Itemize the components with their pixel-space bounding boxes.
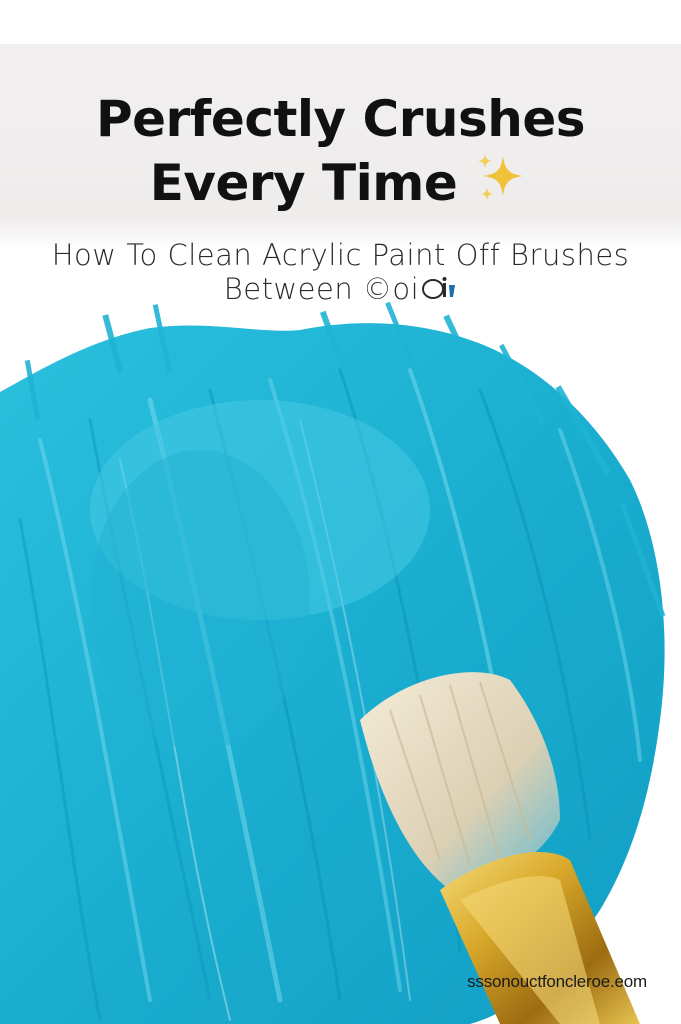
poster-title: Perfectly Crushes Every Time: [0, 88, 681, 214]
poster: Perfectly Crushes Every Time How To Clea…: [0, 0, 681, 1024]
title-line-2: Every Time: [0, 150, 681, 214]
paint-stroke-illustration: [0, 301, 666, 1024]
brush-emoji-icon: [422, 277, 456, 299]
title-line-2-text: Every Time: [149, 154, 458, 212]
footer-url: sssonouctfoncleroe.eom: [467, 972, 647, 991]
title-line-1: Perfectly Crushes: [95, 90, 586, 148]
sparkles-icon: [478, 154, 524, 200]
subtitle-line-1: How To Clean Acrylic Paint Off Brushes: [51, 238, 630, 272]
poster-subtitle: How To Clean Acrylic Paint Off Brushes B…: [0, 238, 681, 306]
